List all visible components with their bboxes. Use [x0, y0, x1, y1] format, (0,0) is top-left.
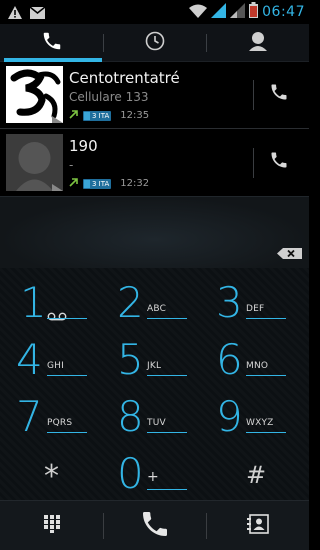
backspace-icon — [277, 244, 302, 263]
contact-name: 190 — [69, 137, 98, 155]
contact-name: Centotrentatré — [69, 69, 180, 87]
key-6[interactable]: 6 MNO — [206, 335, 306, 391]
key-4[interactable]: 4 GHI — [0, 335, 100, 391]
key-1[interactable]: 1 — [0, 278, 100, 334]
contact-avatar-three — [6, 66, 63, 123]
phone-icon — [139, 508, 171, 544]
dialpad-icon — [43, 515, 60, 537]
key-3[interactable]: 3 DEF — [206, 278, 306, 334]
call-meta: 3 ITA 12:32 — [69, 177, 149, 190]
key-9[interactable]: 9 WXYZ — [206, 392, 306, 448]
add-contact-button[interactable] — [206, 501, 309, 550]
contacts-book-icon — [246, 514, 269, 538]
call-time: 12:32 — [120, 178, 150, 189]
tab-call-log[interactable] — [103, 24, 206, 62]
call-back-button[interactable] — [264, 147, 294, 177]
warning-icon — [8, 4, 22, 23]
dialpad-toggle-button[interactable] — [0, 501, 103, 550]
key-0[interactable]: 0 + — [103, 449, 203, 505]
phone-icon — [41, 30, 63, 56]
backspace-button[interactable] — [277, 244, 302, 259]
sim-badge: 3 ITA — [83, 110, 112, 121]
call-log-item[interactable]: 190 - 3 ITA 12:32 — [0, 130, 309, 194]
call-time: 12:35 — [120, 110, 150, 121]
tab-contacts[interactable] — [206, 24, 309, 62]
dialer-action-bar — [0, 500, 309, 550]
voicemail-icon — [47, 306, 67, 325]
key-8[interactable]: 8 TUV — [103, 392, 203, 448]
key-7[interactable]: 7 PQRS — [0, 392, 100, 448]
signal-icon-2 — [230, 2, 246, 22]
phone-icon — [269, 150, 289, 174]
dialpad: 1 2 ABC 3 DEF 4 GHI 5 JKL 6 MNO 7 PQRS 8… — [0, 268, 309, 500]
contact-avatar-default — [6, 134, 63, 191]
status-bar: 06:47 — [0, 0, 309, 24]
dialer-tabs — [0, 24, 309, 62]
phone-icon — [269, 82, 289, 106]
digits-field[interactable] — [0, 196, 309, 268]
key-hash[interactable]: # — [206, 449, 306, 505]
gmail-icon — [29, 4, 46, 23]
clock-icon — [145, 31, 165, 55]
outgoing-call-icon — [69, 177, 79, 190]
clock-text: 06:47 — [262, 4, 305, 20]
dial-button[interactable] — [103, 501, 206, 550]
number-type: Cellulare 133 — [69, 90, 149, 104]
key-star[interactable]: * — [0, 449, 100, 505]
wifi-icon — [189, 3, 208, 22]
number-type: - — [69, 158, 74, 172]
call-meta: 3 ITA 12:35 — [69, 109, 149, 122]
key-2[interactable]: 2 ABC — [103, 278, 203, 334]
key-5[interactable]: 5 JKL — [103, 335, 203, 391]
outgoing-call-icon — [69, 109, 79, 122]
recent-calls-list: Centotrentatré Cellulare 133 3 ITA 12:35 — [0, 62, 309, 196]
tab-dialer[interactable] — [0, 24, 103, 62]
contact-icon — [248, 31, 267, 55]
signal-icon — [211, 2, 227, 22]
battery-icon — [249, 2, 259, 22]
call-log-item[interactable]: Centotrentatré Cellulare 133 3 ITA 12:35 — [0, 62, 309, 126]
call-back-button[interactable] — [264, 79, 294, 109]
sim-badge: 3 ITA — [83, 178, 112, 189]
